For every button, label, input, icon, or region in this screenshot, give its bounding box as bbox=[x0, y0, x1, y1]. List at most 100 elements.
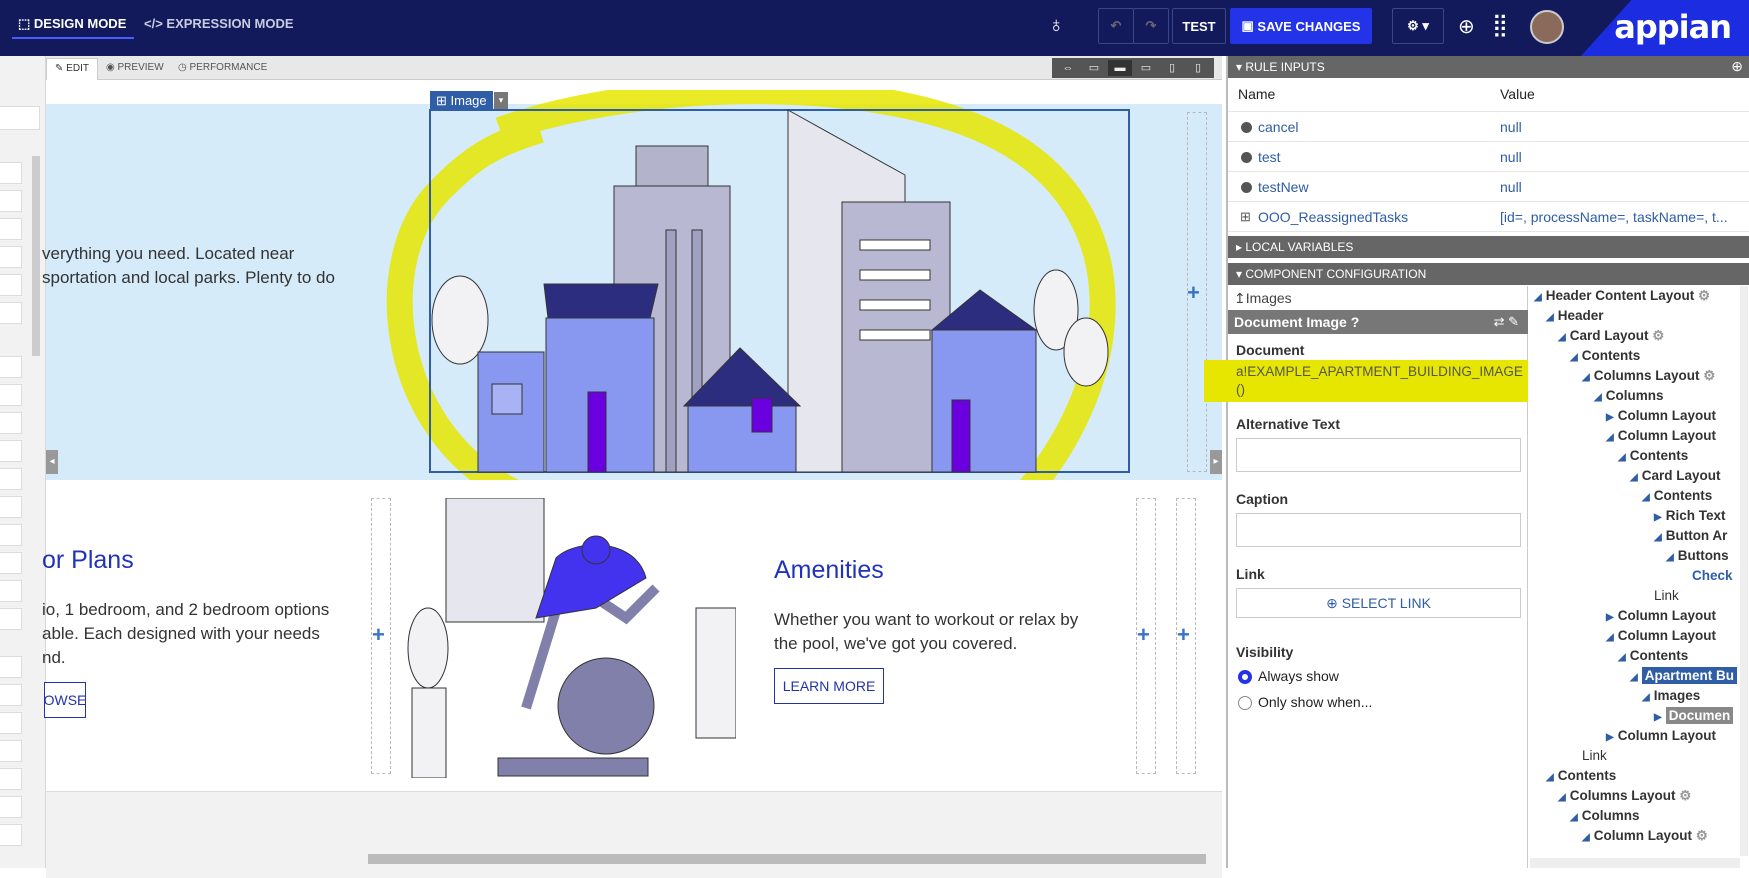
rail-item[interactable] bbox=[0, 552, 22, 574]
tree-node[interactable]: ◢ Images bbox=[1642, 688, 1700, 703]
tree-node[interactable]: ◢ Column Layout ⚙ bbox=[1582, 828, 1708, 844]
tree-node[interactable]: ◢ Contents bbox=[1570, 348, 1640, 363]
tree-node[interactable]: ◢ Card Layout bbox=[1630, 468, 1720, 483]
tree-node[interactable]: ◢ Apartment Bu bbox=[1630, 667, 1737, 684]
tree-node[interactable]: ▶ Rich Text bbox=[1654, 508, 1725, 523]
tree-node[interactable]: ◢ Columns bbox=[1570, 808, 1639, 823]
rail-item[interactable] bbox=[0, 740, 22, 762]
tree-node[interactable]: ◢ Column Layout bbox=[1606, 628, 1716, 643]
tree-node[interactable]: ▶ Column Layout bbox=[1606, 408, 1716, 423]
add-component-icon[interactable]: + bbox=[1177, 622, 1190, 648]
tree-node[interactable]: ▶ Documen bbox=[1654, 707, 1734, 724]
input-value[interactable]: null bbox=[1500, 149, 1740, 165]
select-link-button[interactable]: ⊕ SELECT LINK bbox=[1236, 588, 1521, 618]
rail-item[interactable] bbox=[0, 274, 22, 296]
tab-preview[interactable]: ◉ PREVIEW bbox=[106, 62, 164, 73]
tree-node[interactable]: Link bbox=[1582, 748, 1607, 763]
document-expression[interactable]: a!EXAMPLE_APARTMENT_BUILDING_IMAGE bbox=[1236, 364, 1523, 379]
collapse-left-icon[interactable]: ◂ bbox=[46, 450, 58, 474]
learn-more-button[interactable]: LEARN MORE bbox=[774, 668, 884, 704]
rail-item[interactable] bbox=[0, 468, 22, 490]
tree-node[interactable]: ▶ Column Layout bbox=[1606, 728, 1716, 743]
tree-node[interactable]: ◢ Button Ar bbox=[1654, 528, 1727, 543]
design-mode-tab[interactable]: ⬚ DESIGN MODE bbox=[18, 16, 126, 32]
browse-button[interactable]: OWSE bbox=[44, 682, 86, 718]
laptop-icon[interactable]: ▭ bbox=[1134, 60, 1158, 76]
tree-scrollbar[interactable] bbox=[1740, 286, 1748, 856]
desktop-icon[interactable]: ▬ bbox=[1108, 60, 1132, 76]
tree-node[interactable]: ◢ Columns Layout ⚙ bbox=[1582, 368, 1715, 384]
redo-button[interactable]: ↷ bbox=[1133, 8, 1169, 44]
tab-edit[interactable]: ✎ EDIT bbox=[46, 58, 98, 80]
tree-node[interactable]: ◢ Columns Layout ⚙ bbox=[1558, 788, 1691, 804]
rail-item[interactable] bbox=[0, 190, 22, 212]
tree-node[interactable]: ◢ Header bbox=[1546, 308, 1603, 323]
settings-button[interactable]: ⚙ ▾ bbox=[1392, 8, 1444, 44]
rail-item[interactable] bbox=[0, 824, 22, 846]
tree-node[interactable]: Check bbox=[1692, 568, 1733, 583]
tree-node[interactable]: ▶ Column Layout bbox=[1606, 608, 1716, 623]
rail-item[interactable] bbox=[0, 580, 22, 602]
rail-item[interactable] bbox=[0, 412, 22, 434]
tree-node[interactable]: ◢ Card Layout ⚙ bbox=[1558, 328, 1664, 344]
rail-item[interactable] bbox=[0, 162, 22, 184]
tree-node[interactable]: ◢ Column Layout bbox=[1606, 428, 1716, 443]
rail-item[interactable] bbox=[0, 384, 22, 406]
horizontal-scrollbar[interactable] bbox=[368, 854, 1206, 864]
fit-width-icon[interactable]: ⇔ bbox=[1056, 60, 1080, 76]
expand-icon[interactable]: ⊞ bbox=[1240, 209, 1251, 225]
tab-performance[interactable]: ◷ PERFORMANCE bbox=[178, 62, 267, 73]
radio-only-show[interactable] bbox=[1238, 696, 1252, 710]
tree-node[interactable]: ◢ Contents bbox=[1618, 448, 1688, 463]
rail-scrollbar[interactable] bbox=[32, 156, 40, 356]
rail-item[interactable] bbox=[0, 246, 22, 268]
table-row[interactable]: cancel null bbox=[1228, 112, 1749, 142]
breadcrumb[interactable]: ↥Images bbox=[1234, 290, 1292, 307]
tree-node[interactable]: ◢ Buttons bbox=[1666, 548, 1729, 563]
rail-item[interactable] bbox=[0, 302, 22, 324]
expression-mode-tab[interactable]: </> EXPRESSION MODE bbox=[144, 16, 294, 31]
globe-search-icon[interactable]: ⊕ bbox=[1458, 14, 1475, 39]
undo-button[interactable]: ↶ bbox=[1098, 8, 1134, 44]
avatar[interactable] bbox=[1530, 10, 1564, 44]
desktop-wide-icon[interactable]: ▭ bbox=[1082, 60, 1106, 76]
collapse-right-icon[interactable]: ▸ bbox=[1210, 450, 1222, 474]
lightbulb-icon[interactable]: ♁ bbox=[1048, 12, 1065, 38]
city-illustration[interactable] bbox=[380, 90, 1150, 530]
input-value[interactable]: null bbox=[1500, 119, 1740, 135]
alt-text-input[interactable] bbox=[1236, 438, 1521, 472]
table-row[interactable]: testNew null bbox=[1228, 172, 1749, 202]
rail-item[interactable] bbox=[0, 356, 22, 378]
test-button[interactable]: TEST bbox=[1172, 8, 1226, 44]
tree-node[interactable]: ◢ Columns bbox=[1594, 388, 1663, 403]
save-changes-button[interactable]: ▣ SAVE CHANGES bbox=[1230, 8, 1372, 44]
tree-node[interactable]: ◢ Header Content Layout ⚙ bbox=[1534, 288, 1710, 304]
add-component-icon[interactable]: + bbox=[1137, 622, 1150, 648]
tree-node[interactable]: ◢ Contents bbox=[1642, 488, 1712, 503]
swap-edit-icons[interactable]: ⇄ ✎ bbox=[1494, 314, 1519, 330]
rail-item[interactable] bbox=[0, 712, 22, 734]
rail-item[interactable] bbox=[0, 496, 22, 518]
tablet-icon[interactable]: ▯ bbox=[1160, 60, 1184, 76]
help-icon[interactable]: ? bbox=[1351, 314, 1360, 330]
rule-inputs-header[interactable]: ▾ RULE INPUTS bbox=[1228, 56, 1749, 78]
radio-always-show[interactable] bbox=[1238, 670, 1252, 684]
add-component-icon[interactable]: + bbox=[1187, 280, 1200, 306]
rail-item[interactable] bbox=[0, 524, 22, 546]
tree-node[interactable]: ◢ Contents bbox=[1546, 768, 1616, 783]
rail-item[interactable] bbox=[0, 656, 22, 678]
rail-item[interactable] bbox=[0, 796, 22, 818]
add-rule-input-icon[interactable]: ⊕ bbox=[1731, 58, 1743, 75]
rail-item[interactable] bbox=[0, 608, 22, 630]
input-value[interactable]: [id=, processName=, taskName=, t... bbox=[1500, 209, 1740, 225]
table-row[interactable]: ⊞ OOO_ReassignedTasks [id=, processName=… bbox=[1228, 202, 1749, 232]
local-variables-header[interactable]: ▸ LOCAL VARIABLES bbox=[1228, 236, 1749, 258]
table-row[interactable]: test null bbox=[1228, 142, 1749, 172]
tree-node[interactable]: ◢ Contents bbox=[1618, 648, 1688, 663]
rail-field[interactable] bbox=[0, 106, 40, 130]
tree-hscrollbar[interactable] bbox=[1530, 858, 1740, 868]
apps-grid-icon[interactable]: ⣿ bbox=[1492, 12, 1508, 38]
rail-item[interactable] bbox=[0, 440, 22, 462]
add-component-icon[interactable]: + bbox=[372, 622, 385, 648]
rail-item[interactable] bbox=[0, 768, 22, 790]
